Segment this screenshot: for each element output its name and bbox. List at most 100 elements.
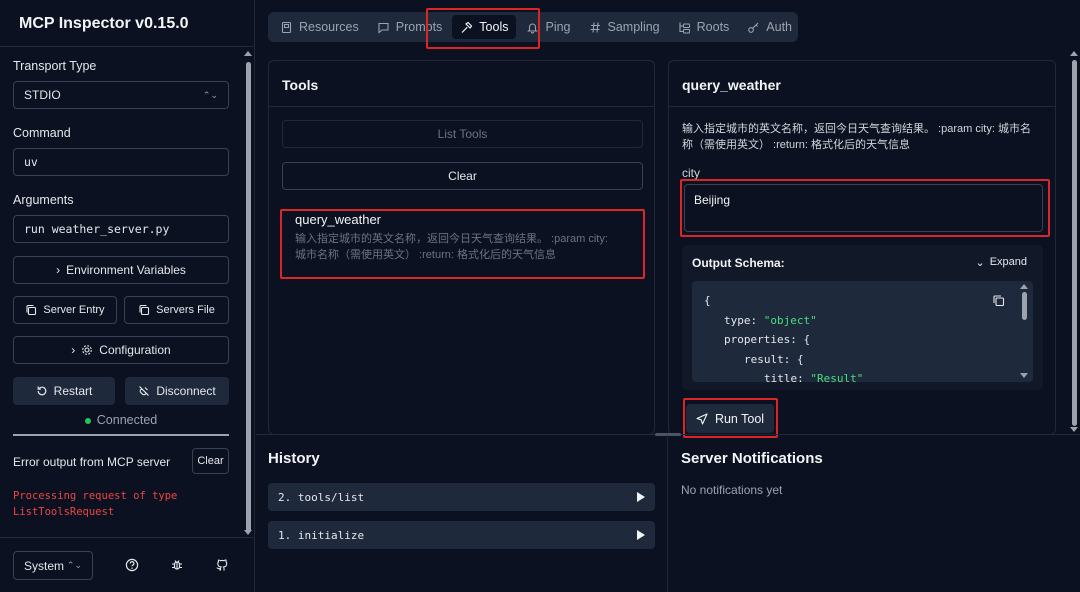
sidebar-scrollbar-thumb[interactable] bbox=[246, 62, 251, 532]
notifications-empty: No notifications yet bbox=[681, 483, 783, 497]
select-chevrons-icon: ⌃⌄ bbox=[202, 89, 218, 100]
status-text: Connected bbox=[96, 413, 158, 427]
code-scrollbar-thumb[interactable] bbox=[1022, 292, 1027, 320]
run-tool-highlight bbox=[683, 398, 778, 438]
error-output-title: Error output from MCP server bbox=[13, 455, 171, 469]
city-input-highlight bbox=[680, 179, 1050, 237]
chevron-right-icon: › bbox=[56, 263, 61, 277]
expand-label: Expand bbox=[989, 256, 1027, 268]
transport-type-select[interactable]: STDIO ⌃⌄ bbox=[13, 81, 229, 109]
configuration-label: Configuration bbox=[99, 343, 171, 357]
code-key: result: bbox=[744, 352, 791, 366]
github-icon[interactable] bbox=[215, 558, 229, 572]
main-scrollbar-thumb[interactable] bbox=[1072, 60, 1077, 426]
command-input[interactable]: uv bbox=[13, 148, 229, 176]
tool-detail-description-line: 输入指定城市的英文名称，返回今日天气查询结果。 :param city: 城市名 bbox=[682, 123, 1031, 135]
folder-tree-icon bbox=[679, 22, 690, 33]
scroll-up-arrow-icon[interactable] bbox=[1020, 284, 1028, 289]
notifications-title: Server Notifications bbox=[681, 450, 823, 467]
tool-detail-panel: query_weather 输入指定城市的英文名称，返回今日天气查询结果。 :p… bbox=[668, 60, 1056, 435]
app-title: MCP Inspector v0.15.0 bbox=[0, 0, 255, 47]
key-icon bbox=[748, 22, 759, 33]
tab-label: Ping bbox=[545, 20, 571, 34]
command-value: uv bbox=[24, 155, 38, 169]
arguments-value: run weather_server.py bbox=[24, 222, 170, 236]
configuration-button[interactable]: › Configuration bbox=[13, 336, 229, 364]
tab-auth[interactable]: Auth bbox=[739, 15, 800, 39]
scroll-up-arrow-icon[interactable] bbox=[244, 51, 252, 56]
tab-label: Resources bbox=[299, 20, 359, 34]
chevron-down-icon: ⌄ bbox=[975, 257, 985, 269]
play-icon bbox=[637, 530, 645, 540]
tool-detail-title: query_weather bbox=[669, 61, 1055, 107]
disconnect-label: Disconnect bbox=[156, 384, 216, 398]
status-dot bbox=[84, 417, 91, 424]
output-schema-title: Output Schema: bbox=[692, 256, 785, 270]
tab-label: Roots bbox=[696, 20, 730, 34]
arguments-label: Arguments bbox=[13, 193, 74, 207]
scroll-up-arrow-icon[interactable] bbox=[1070, 51, 1078, 56]
tab-resources[interactable]: Resources bbox=[272, 15, 367, 39]
tab-label: Auth bbox=[766, 20, 793, 34]
code-token: { bbox=[803, 333, 811, 346]
clear-error-button[interactable]: Clear bbox=[192, 448, 229, 474]
servers-file-button[interactable]: Servers File bbox=[124, 296, 229, 324]
code-token: { bbox=[796, 352, 804, 366]
copy-icon bbox=[139, 304, 150, 316]
scroll-down-arrow-icon[interactable] bbox=[244, 530, 252, 535]
error-line: ListToolsRequest bbox=[13, 506, 115, 518]
hash-icon bbox=[590, 21, 600, 33]
theme-value: System bbox=[24, 558, 65, 573]
tab-roots[interactable]: Roots bbox=[670, 15, 738, 39]
select-chevrons-icon: ⌃⌄ bbox=[66, 560, 82, 570]
play-icon bbox=[637, 492, 645, 502]
history-item-label: 1. initialize bbox=[278, 528, 365, 542]
disconnect-button[interactable]: Disconnect bbox=[125, 377, 229, 405]
message-icon bbox=[378, 22, 389, 34]
code-key: type: bbox=[724, 313, 758, 327]
tab-sampling[interactable]: Sampling bbox=[581, 15, 668, 39]
bug-icon[interactable] bbox=[170, 558, 184, 572]
scroll-down-arrow-icon[interactable] bbox=[1070, 427, 1078, 432]
copy-icon[interactable] bbox=[992, 294, 1005, 307]
clear-tools-button[interactable]: Clear bbox=[282, 162, 643, 190]
server-entry-button[interactable]: Server Entry bbox=[13, 296, 117, 324]
code-key: properties: bbox=[724, 333, 797, 346]
chevron-right-icon: › bbox=[71, 343, 76, 357]
server-entry-label: Server Entry bbox=[43, 304, 105, 316]
output-schema-box: Output Schema: ⌄ Expand { type: "object" … bbox=[682, 245, 1043, 390]
command-label: Command bbox=[13, 126, 71, 140]
city-label: city bbox=[682, 166, 700, 180]
environment-variables-label: Environment Variables bbox=[66, 263, 186, 277]
history-item[interactable]: 1. initialize bbox=[268, 521, 655, 549]
scroll-down-arrow-icon[interactable] bbox=[1020, 373, 1028, 378]
history-title: History bbox=[268, 450, 320, 467]
expand-button[interactable]: ⌄ Expand bbox=[975, 256, 1027, 269]
tab-label: Sampling bbox=[607, 20, 660, 34]
tool-detail-description-line: 称（需使用英文） :return: 格式化后的天气信息 bbox=[682, 139, 910, 151]
divider bbox=[0, 537, 255, 538]
tool-detail-description: 输入指定城市的英文名称，返回今日天气查询结果。 :param city: 城市名… bbox=[682, 121, 1031, 153]
history-item-label: 2. tools/list bbox=[278, 490, 365, 504]
history-item[interactable]: 2. tools/list bbox=[268, 483, 655, 511]
error-line: Processing request of type bbox=[13, 490, 178, 502]
theme-select[interactable]: System ⌃⌄ bbox=[13, 551, 93, 580]
tools-tab-highlight bbox=[426, 8, 540, 49]
tool-item-highlight bbox=[280, 209, 645, 279]
gear-icon bbox=[82, 345, 93, 355]
code-key: title: bbox=[764, 372, 804, 382]
divider bbox=[13, 434, 229, 436]
tools-panel-title: Tools bbox=[269, 61, 654, 107]
connection-status: Connected bbox=[13, 413, 229, 427]
arguments-input[interactable]: run weather_server.py bbox=[13, 215, 229, 243]
list-tools-button[interactable]: List Tools bbox=[282, 120, 643, 148]
transport-type-value: STDIO bbox=[24, 88, 61, 102]
help-icon[interactable] bbox=[125, 558, 139, 572]
divider bbox=[667, 435, 668, 592]
environment-variables-button[interactable]: › Environment Variables bbox=[13, 256, 229, 284]
sidebar: MCP Inspector v0.15.0 Transport Type STD… bbox=[0, 0, 255, 592]
schema-code: { type: "object" properties: { result: {… bbox=[704, 291, 863, 382]
resize-handle[interactable] bbox=[655, 433, 681, 436]
schema-code-block: { type: "object" properties: { result: {… bbox=[692, 281, 1033, 382]
restart-button[interactable]: Restart bbox=[13, 377, 115, 405]
